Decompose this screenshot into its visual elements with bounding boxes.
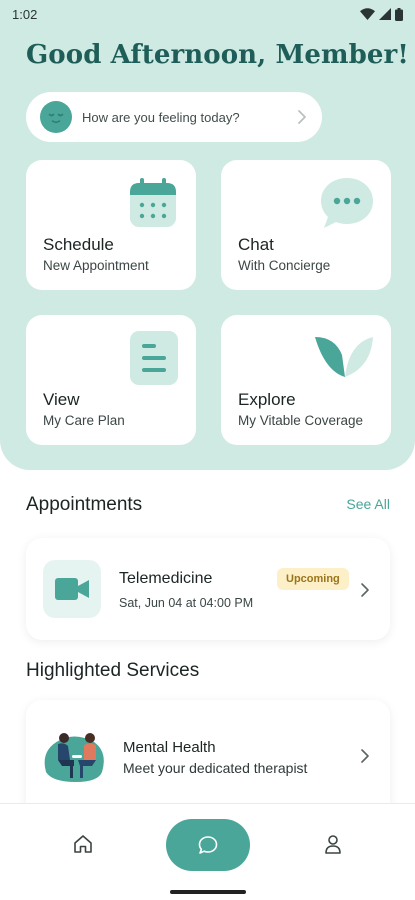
status-badge: Upcoming (277, 568, 349, 590)
view-care-plan-tile[interactable]: View My Care Plan (26, 315, 196, 445)
tile-subtitle: New Appointment (43, 258, 149, 273)
bottom-navigation (0, 803, 415, 900)
nav-chat-button[interactable] (166, 819, 250, 871)
tile-title: Explore (238, 390, 296, 409)
wifi-icon (360, 8, 375, 20)
tile-title: Schedule (43, 235, 114, 254)
appointment-card[interactable]: Telemedicine Upcoming Sat, Jun 04 at 04:… (26, 538, 390, 640)
cell-signal-icon (379, 8, 391, 20)
schedule-appointment-tile[interactable]: Schedule New Appointment (26, 160, 196, 290)
therapy-illustration (44, 733, 104, 782)
chevron-right-icon (361, 583, 369, 597)
tile-subtitle: With Concierge (238, 258, 331, 273)
home-indicator-bar (170, 890, 246, 894)
service-title: Mental Health (123, 739, 216, 756)
highlighted-services-heading: Highlighted Services (26, 660, 200, 681)
chat-icon (198, 836, 218, 854)
status-time: 1:02 (12, 6, 38, 22)
chevron-right-icon (298, 110, 306, 124)
mood-prompt-text: How are you feeling today? (82, 109, 240, 125)
appointments-heading: Appointments (26, 494, 143, 515)
appointment-icon-box (43, 560, 101, 618)
document-icon (130, 331, 178, 385)
see-all-link[interactable]: See All (346, 496, 390, 512)
mental-health-service-card[interactable]: Mental Health Meet your dedicated therap… (26, 700, 390, 820)
explore-coverage-tile[interactable]: Explore My Vitable Coverage (221, 315, 391, 445)
battery-icon (395, 7, 403, 21)
service-subtitle: Meet your dedicated therapist (123, 760, 308, 776)
chat-concierge-tile[interactable]: Chat With Concierge (221, 160, 391, 290)
video-camera-icon (55, 578, 89, 600)
greeting-heading: Good Afternoon, Member! (26, 40, 409, 70)
profile-icon[interactable] (323, 834, 343, 854)
chat-bubble-icon (321, 178, 373, 228)
status-bar: 1:02 (0, 0, 415, 28)
appointment-title: Telemedicine (119, 570, 213, 587)
tile-subtitle: My Care Plan (43, 413, 125, 428)
home-icon[interactable] (72, 834, 94, 854)
tile-title: Chat (238, 235, 274, 254)
vitable-logo-icon (315, 337, 373, 377)
tile-subtitle: My Vitable Coverage (238, 413, 364, 428)
calendar-icon (130, 178, 176, 227)
mood-check-in-button[interactable]: How are you feeling today? (26, 92, 322, 142)
smiley-face-icon (40, 101, 72, 133)
appointment-datetime: Sat, Jun 04 at 04:00 PM (119, 596, 254, 610)
chevron-right-icon (361, 749, 369, 763)
tile-title: View (43, 390, 80, 409)
status-icons (360, 7, 403, 21)
